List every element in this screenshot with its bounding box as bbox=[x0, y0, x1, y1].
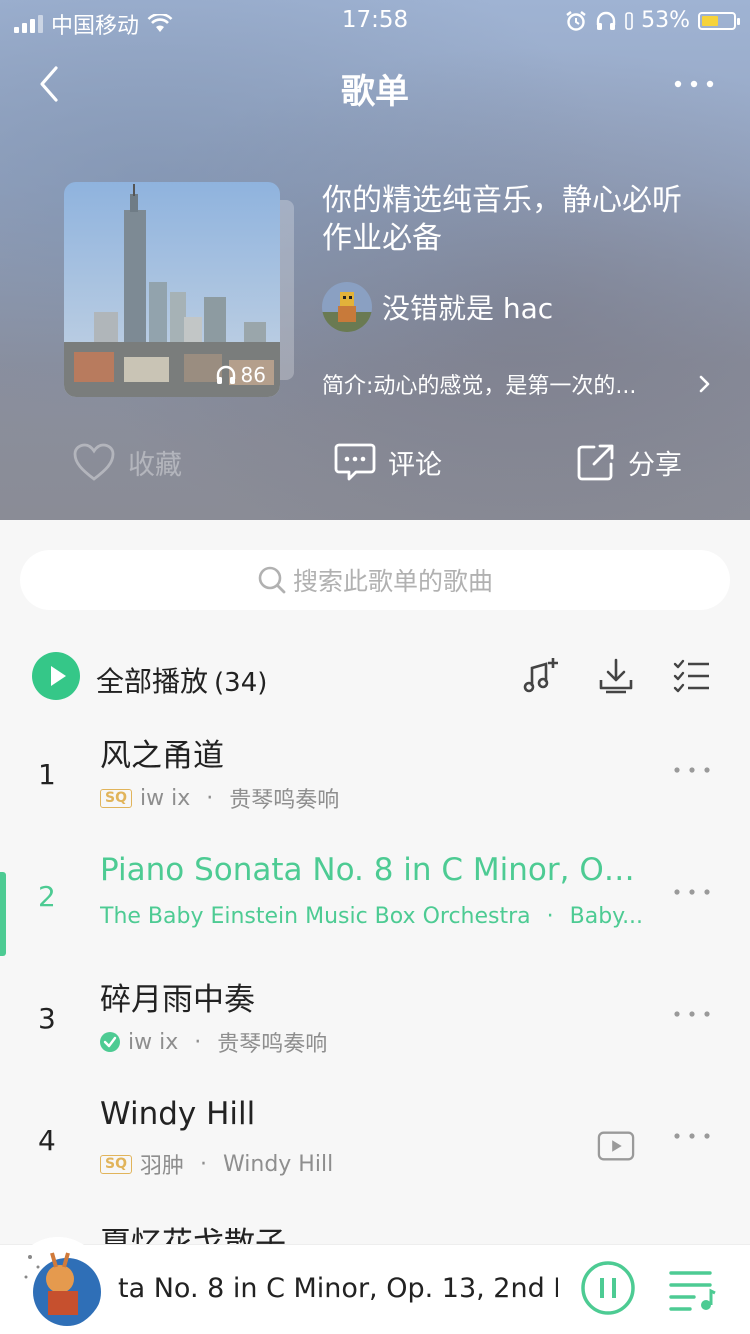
play-all-bar: 全部播放 (34) bbox=[0, 646, 750, 708]
play-count: 86 bbox=[215, 363, 266, 387]
meta-separator: · bbox=[206, 785, 214, 811]
share-button[interactable]: 分享 bbox=[576, 434, 682, 490]
meta-separator: · bbox=[194, 1029, 202, 1055]
meta-separator: · bbox=[200, 1151, 207, 1177]
song-title: 风之甬道 bbox=[100, 738, 224, 774]
creator-name[interactable]: 没错就是 hac bbox=[382, 287, 553, 327]
status-bar: 中国移动 17:58 53% bbox=[0, 0, 750, 40]
favorite-label: 收藏 bbox=[128, 449, 182, 481]
song-title: 碎月雨中奏 bbox=[100, 982, 255, 1018]
download-icon[interactable] bbox=[596, 656, 636, 696]
share-label: 分享 bbox=[628, 449, 682, 481]
song-album: Baby... bbox=[569, 904, 644, 929]
search-input[interactable]: 搜索此歌单的歌曲 bbox=[20, 550, 730, 610]
song-index: 4 bbox=[38, 1124, 56, 1157]
comment-icon bbox=[334, 443, 376, 481]
headphone-status-icon bbox=[596, 11, 616, 30]
song-album: 贵琴鸣奏响 bbox=[229, 788, 340, 813]
avatar[interactable] bbox=[322, 282, 372, 332]
battery-percent: 53% bbox=[641, 8, 690, 33]
song-more-icon[interactable] bbox=[672, 764, 712, 776]
song-row[interactable]: 2 Piano Sonata No. 8 in C Minor, Op. 1...… bbox=[0, 842, 750, 964]
song-more-icon[interactable] bbox=[672, 886, 712, 898]
song-meta: The Baby Einstein Music Box Orchestra · Ba… bbox=[100, 904, 648, 929]
pause-icon[interactable] bbox=[580, 1260, 636, 1316]
playlist-queue-icon[interactable] bbox=[668, 1267, 716, 1313]
search-placeholder: 搜索此歌单的歌曲 bbox=[292, 567, 493, 596]
song-title: Windy Hill bbox=[100, 1096, 256, 1132]
meta-separator: · bbox=[546, 904, 554, 929]
check-icon bbox=[100, 1032, 120, 1052]
play-all-button[interactable] bbox=[32, 652, 80, 700]
song-album: 贵琴鸣奏响 bbox=[217, 1032, 328, 1057]
play-all-text: 全部播放 bbox=[96, 665, 209, 698]
playlist-header: 中国移动 17:58 53% 歌单 86 你的精选纯音乐，静心必听作业必备 没错… bbox=[0, 0, 750, 520]
share-icon bbox=[577, 444, 614, 481]
song-artist: The Baby Einstein Music Box Orchestra bbox=[100, 904, 531, 929]
playlist-cover[interactable]: 86 bbox=[64, 182, 280, 397]
comment-label: 评论 bbox=[388, 449, 442, 481]
search-icon bbox=[258, 566, 286, 594]
song-row[interactable]: 3 碎月雨中奏 iw ix · 贵琴鸣奏响 bbox=[0, 964, 750, 1086]
intro-text: 简介:动心的感觉，是第一次的... bbox=[322, 374, 637, 399]
nav-bar: 歌单 bbox=[0, 52, 750, 116]
favorite-button[interactable]: 收藏 bbox=[72, 434, 182, 490]
player-title: ta No. 8 in C Minor, Op. 13, 2nd Mo bbox=[118, 1273, 558, 1304]
chevron-right-icon bbox=[699, 375, 710, 393]
song-more-icon[interactable] bbox=[672, 1130, 712, 1142]
battery-icon bbox=[698, 11, 740, 30]
player-album-art[interactable] bbox=[12, 1237, 104, 1329]
song-index: 1 bbox=[38, 758, 56, 791]
song-artist: 羽肿 bbox=[139, 1154, 184, 1179]
sq-badge: SQ bbox=[100, 788, 132, 808]
alarm-icon bbox=[566, 10, 586, 31]
song-meta: SQ iw ix · 贵琴鸣奏响 bbox=[100, 782, 648, 814]
heart-icon bbox=[73, 443, 115, 481]
play-all-count: (34) bbox=[214, 668, 268, 698]
song-row[interactable]: 1 风之甬道 SQ iw ix · 贵琴鸣奏响 bbox=[0, 720, 750, 842]
creator[interactable]: 没错就是 hac bbox=[322, 282, 553, 332]
play-all-label[interactable]: 全部播放 (34) bbox=[96, 660, 267, 700]
song-album: Windy Hill bbox=[223, 1151, 334, 1177]
play-count-value: 86 bbox=[240, 363, 266, 387]
headphone-icon bbox=[216, 365, 235, 384]
lock-rotation-icon bbox=[625, 11, 633, 30]
mini-player[interactable]: ta No. 8 in C Minor, Op. 13, 2nd Mo bbox=[0, 1237, 750, 1334]
song-more-icon[interactable] bbox=[672, 1008, 712, 1020]
action-bar: 收藏 评论 分享 bbox=[0, 434, 750, 490]
song-meta: SQ 羽肿 · Windy Hill bbox=[100, 1148, 648, 1180]
sq-badge: SQ bbox=[100, 1154, 132, 1174]
comment-button[interactable]: 评论 bbox=[334, 434, 442, 490]
song-meta: iw ix · 贵琴鸣奏响 bbox=[100, 1026, 648, 1058]
song-index: 3 bbox=[38, 1002, 56, 1035]
add-music-icon[interactable] bbox=[520, 656, 560, 696]
now-playing-indicator bbox=[0, 872, 6, 956]
mv-icon[interactable] bbox=[597, 1130, 635, 1162]
playlist-intro[interactable]: 简介:动心的感觉，是第一次的... bbox=[322, 368, 712, 400]
multi-select-icon[interactable] bbox=[672, 656, 712, 696]
song-artist: iw ix bbox=[139, 785, 191, 811]
playlist-title: 你的精选纯音乐，静心必听作业必备 bbox=[322, 183, 682, 256]
song-title: Piano Sonata No. 8 in C Minor, Op. 1... bbox=[100, 852, 650, 888]
page-title: 歌单 bbox=[341, 72, 409, 112]
song-index: 2 bbox=[38, 880, 56, 913]
song-artist: iw ix bbox=[128, 1029, 179, 1055]
more-icon[interactable] bbox=[672, 74, 716, 94]
song-row[interactable]: 4 Windy Hill SQ 羽肿 · Windy Hill bbox=[0, 1086, 750, 1208]
